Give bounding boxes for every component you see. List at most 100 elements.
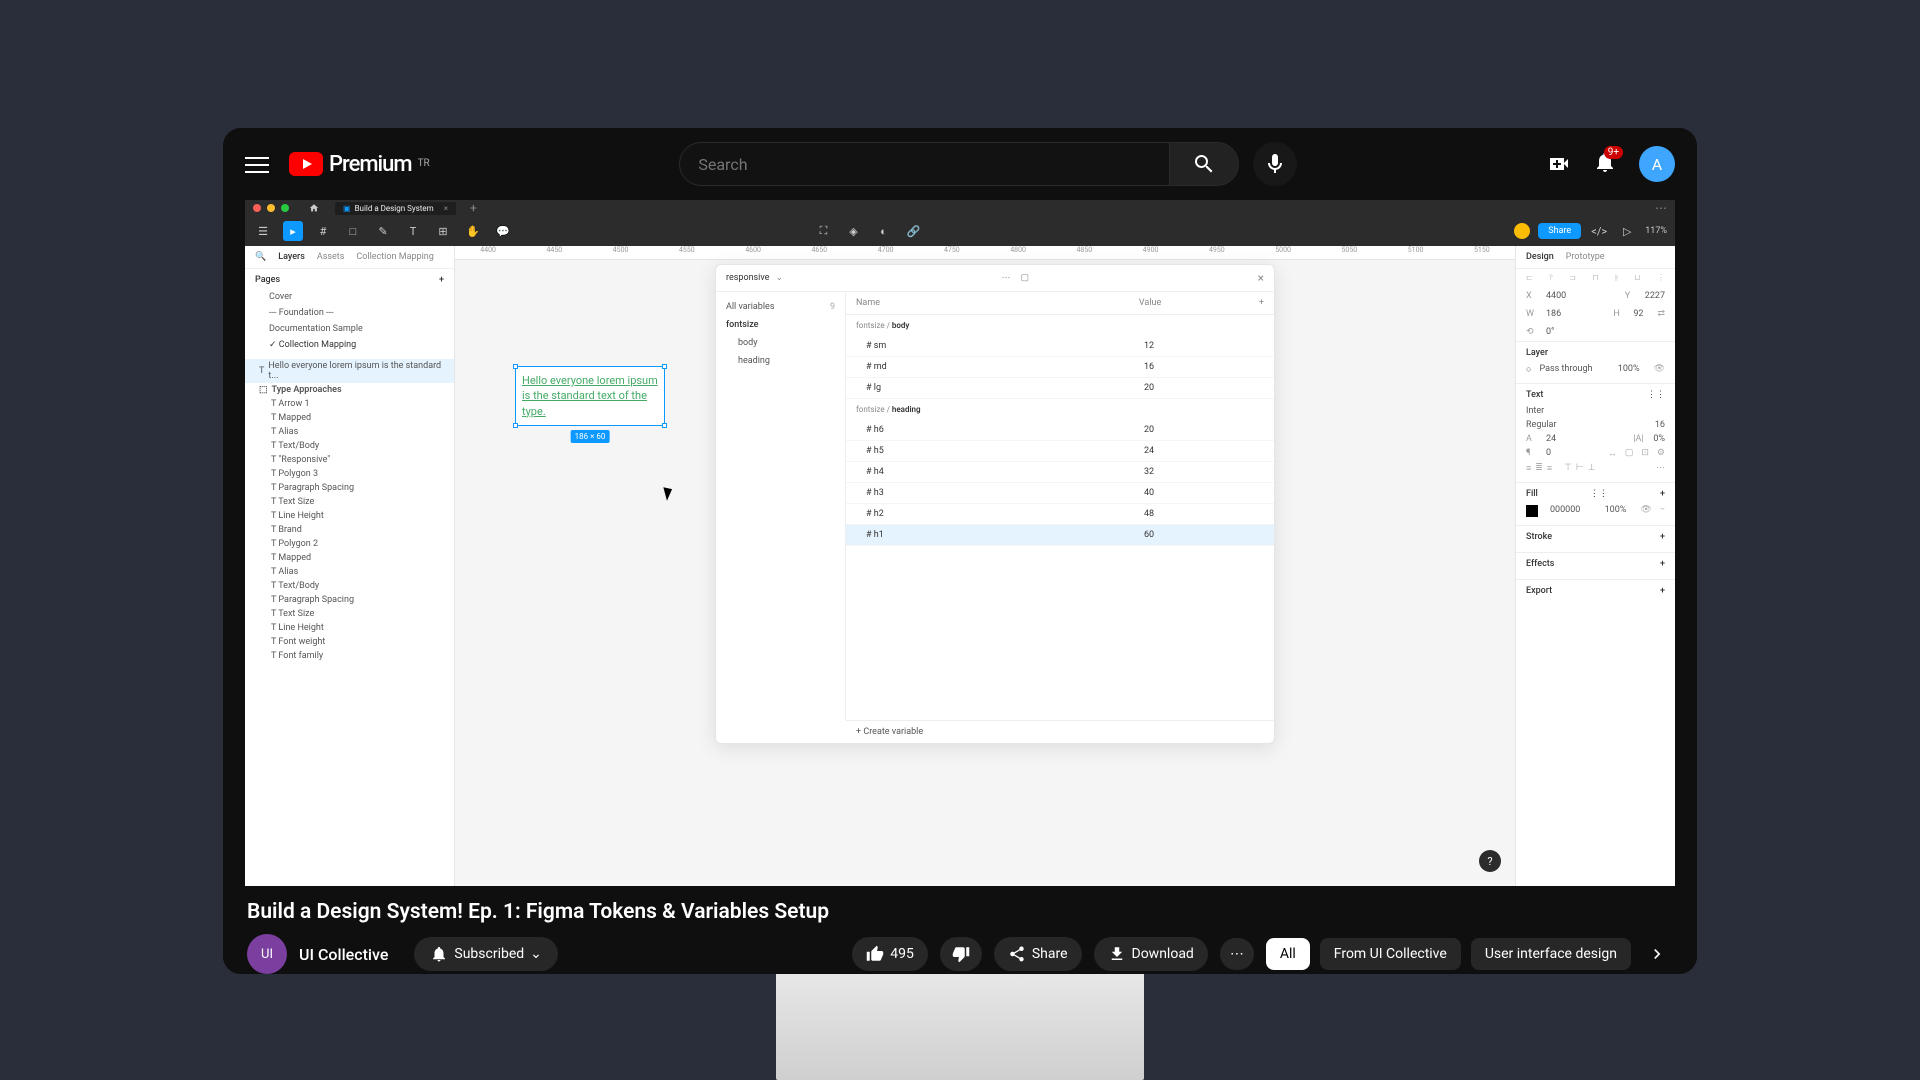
search-button[interactable] — [1169, 142, 1239, 186]
page-item: Documentation Sample — [255, 321, 444, 337]
shape-tool: □ — [343, 221, 363, 241]
layer-item: T Mapped — [245, 551, 454, 565]
chip-all[interactable]: All — [1266, 938, 1310, 970]
layer-item: T "Responsive" — [245, 453, 454, 467]
share-button[interactable]: Share — [994, 937, 1082, 971]
figma-app-frame: ▣ Build a Design System × + ⋯ ☰ ▸ # □ ✎ … — [245, 200, 1675, 886]
file-tab: ▣ Build a Design System × — [335, 202, 456, 215]
align-left-icon: ⊏ — [1526, 273, 1533, 283]
move-tool: ▸ — [283, 221, 303, 241]
share-button: Share — [1538, 223, 1581, 239]
variables-panel: responsive ⌄ ⋯ ▢ × All variables 9 fonts… — [715, 264, 1275, 744]
valign-mid-icon: ⊢ — [1576, 463, 1584, 474]
auto-width-icon: ↔ — [1608, 448, 1617, 459]
page-item: ✓ Collection Mapping — [255, 337, 444, 353]
figma-right-panel: DesignPrototype ⊏⫯⊐⊓⫲⊔⋮ X4400Y2227 W186H… — [1515, 246, 1675, 886]
hand-tool: ✋ — [463, 221, 483, 241]
resources-tool: ⊞ — [433, 221, 453, 241]
chevron-down-icon: ⌄ — [530, 946, 542, 962]
panel-icon: ▢ — [1021, 273, 1030, 283]
align-vcenter-icon: ⫲ — [1615, 273, 1618, 283]
dev-mode-icon: </> — [1589, 221, 1609, 241]
layer-item: T Text Size — [245, 607, 454, 621]
text-align-right-icon: ≡ — [1547, 463, 1552, 474]
layer-item: T Paragraph Spacing — [245, 481, 454, 495]
thumbs-down-icon — [952, 945, 970, 963]
variable-row: # h160 — [846, 525, 1274, 546]
comment-tool: 💬 — [493, 221, 513, 241]
like-button[interactable]: 495 — [852, 937, 928, 971]
search-icon — [1192, 152, 1216, 176]
create-variable-button: + Create variable — [846, 720, 1274, 743]
layer-item: T Alias — [245, 425, 454, 439]
variable-row: # md16 — [846, 357, 1274, 378]
microphone-icon — [1263, 152, 1287, 176]
cursor-icon — [663, 485, 674, 501]
channel-name[interactable]: UI Collective — [299, 945, 388, 964]
frame-tool: # — [313, 221, 333, 241]
figma-left-panel: 🔍 Layers Assets Collection Mapping Pages… — [245, 246, 455, 886]
design-tab: Design — [1526, 252, 1554, 262]
more-actions-button[interactable]: ⋯ — [1220, 938, 1254, 970]
more-icon: ⋯ — [1002, 273, 1011, 283]
layer-item: T Font family — [245, 649, 454, 663]
search-icon: 🔍 — [255, 252, 266, 262]
thumbs-up-icon — [866, 945, 884, 963]
valign-top-icon: ⊤ — [1564, 463, 1572, 474]
youtube-logo[interactable]: Premium TR — [289, 152, 430, 177]
text-tool: T — [403, 221, 423, 241]
layer-item: T Text Size — [245, 495, 454, 509]
create-icon[interactable] — [1547, 152, 1571, 176]
heading-subgroup: heading — [716, 352, 845, 370]
present-icon: ▷ — [1617, 221, 1637, 241]
style-icon: ⋮⋮ — [1590, 489, 1608, 499]
chevron-down-icon: ⌄ — [775, 273, 783, 283]
selected-layer: T Hello everyone lorem ipsum is the stan… — [245, 359, 454, 383]
page-item: Cover — [255, 289, 444, 305]
variable-row: # h432 — [846, 462, 1274, 483]
auto-height-icon: ▢ — [1625, 448, 1634, 459]
new-tab-icon: + — [470, 201, 477, 215]
figma-toolbar: ☰ ▸ # □ ✎ T ⊞ ✋ 💬 ⛶ ◈ ◐ 🔗 — [245, 216, 1675, 246]
component-icon: ◈ — [843, 221, 863, 241]
hamburger-menu[interactable] — [245, 152, 269, 176]
text-align-left-icon: ≡ — [1526, 463, 1531, 474]
layer-item: T Text/Body — [245, 579, 454, 593]
notifications-button[interactable]: 9+ — [1593, 150, 1617, 178]
layers-tab: Layers — [278, 252, 305, 262]
layer-item: T Line Height — [245, 621, 454, 635]
close-icon: × — [1258, 271, 1264, 285]
zoom-level: 117% — [1645, 226, 1667, 236]
add-effect-icon: + — [1660, 559, 1665, 569]
figma-canvas: 4400445045004550460046504700475048004850… — [455, 246, 1515, 886]
mask-icon: ◐ — [873, 221, 893, 241]
align-bottom-icon: ⊔ — [1634, 273, 1640, 283]
all-variables-item: All variables 9 — [716, 298, 845, 316]
layer-item: T Alias — [245, 565, 454, 579]
share-icon — [1008, 945, 1026, 963]
channel-avatar[interactable]: UI — [247, 934, 287, 974]
selected-text-frame: Hello everyone lorem ipsum is the standa… — [515, 366, 665, 426]
distribute-icon: ⋮ — [1657, 273, 1665, 283]
layer-item: T Font weight — [245, 635, 454, 649]
align-hcenter-icon: ⫯ — [1549, 273, 1552, 283]
subscribed-button[interactable]: Subscribed ⌄ — [414, 937, 558, 971]
size-tag: 186 × 60 — [571, 430, 610, 443]
layer-item: T Mapped — [245, 411, 454, 425]
download-button[interactable]: Download — [1094, 937, 1208, 971]
dislike-button[interactable] — [940, 937, 982, 971]
chip-from-channel[interactable]: From UI Collective — [1320, 938, 1461, 970]
chip-topic[interactable]: User interface design — [1471, 938, 1631, 970]
settings-icon: ⚙ — [1657, 448, 1665, 459]
video-player[interactable]: ▣ Build a Design System × + ⋯ ☰ ▸ # □ ✎ … — [245, 200, 1675, 886]
chips-next-button[interactable] — [1641, 938, 1673, 970]
voice-search-button[interactable] — [1253, 142, 1297, 186]
variable-row: # h524 — [846, 441, 1274, 462]
valign-bot-icon: ⊥ — [1588, 463, 1596, 474]
variable-row: # sm12 — [846, 336, 1274, 357]
horizontal-ruler: 4400445045004550460046504700475048004850… — [455, 246, 1515, 260]
link-icon: 🔗 — [903, 221, 923, 241]
variable-row: # h248 — [846, 504, 1274, 525]
account-avatar[interactable]: A — [1639, 146, 1675, 182]
search-input[interactable] — [679, 142, 1169, 186]
